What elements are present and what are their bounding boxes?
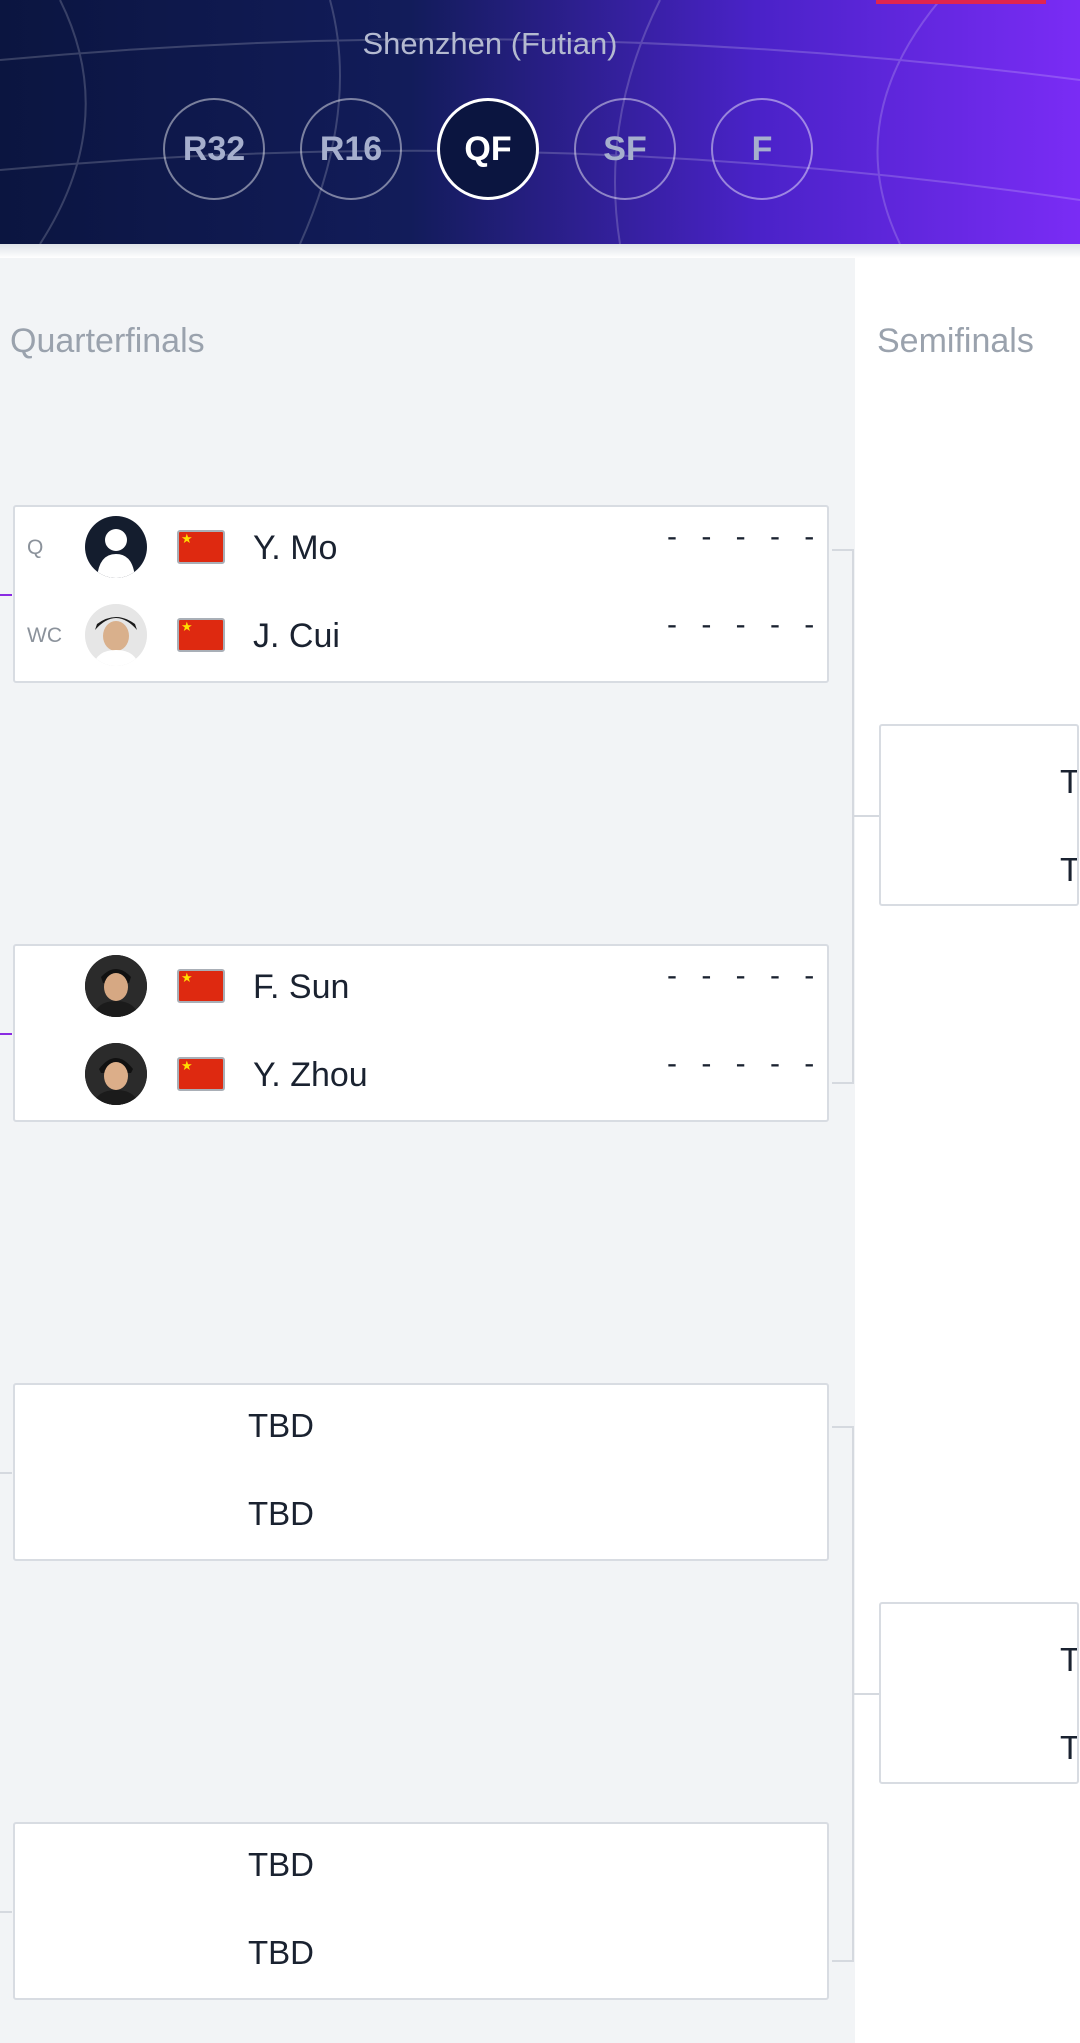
tournament-location: Shenzhen (Futian) (362, 26, 618, 61)
player-name: T (1060, 763, 1079, 800)
player-name: T (1060, 1641, 1079, 1678)
player-row[interactable]: Q ★ Y. Mo - - - - - (15, 512, 827, 582)
connector-from-r16 (0, 1472, 12, 1474)
player-score: - - - - - (667, 520, 823, 553)
player-row[interactable]: TBD (15, 1478, 827, 1548)
player-name: TBD (248, 1934, 314, 1971)
player-name: T (1060, 851, 1079, 888)
player-seed: WC (27, 624, 62, 647)
round-tab-r32[interactable]: R32 (163, 98, 265, 200)
china-flag-icon: ★ (177, 969, 225, 1003)
china-flag-icon: ★ (177, 1057, 225, 1091)
player-name: F. Sun (253, 968, 350, 1006)
connector-from-r16 (0, 594, 12, 596)
player-avatar (85, 604, 147, 666)
match-card[interactable]: TBD TBD (13, 1383, 829, 1561)
connector-from-r16 (0, 1033, 12, 1035)
match-card[interactable]: TBD TBD (13, 1822, 829, 2000)
semifinal-match-card[interactable]: T T (879, 724, 1079, 906)
header-accent-stripe (876, 0, 1046, 4)
player-name: TBD (248, 1407, 314, 1444)
round-tab-qf[interactable]: QF (437, 98, 539, 200)
player-score: - - - - - (667, 1047, 823, 1080)
match-card[interactable]: Q ★ Y. Mo - - - - - WC ★ J. Cui - - - - … (13, 505, 829, 683)
match-card[interactable]: ★ F. Sun - - - - - ★ Y. Zhou - - - - - (13, 944, 829, 1122)
round-tab-f[interactable]: F (711, 98, 813, 200)
round-header: Shenzhen (Futian) R32 R16 QF SF F (0, 0, 1080, 244)
player-name: Y. Mo (253, 529, 338, 567)
player-row[interactable]: ★ F. Sun - - - - - (15, 951, 827, 1021)
player-row[interactable]: WC ★ J. Cui - - - - - (15, 600, 827, 670)
semifinal-match-card[interactable]: T T (879, 1602, 1079, 1784)
player-row[interactable]: ★ Y. Zhou - - - - - (15, 1039, 827, 1109)
bracket-connector (832, 1426, 854, 1962)
bracket-connector (832, 549, 854, 1084)
player-name: J. Cui (253, 617, 340, 655)
connector-from-r16 (0, 1911, 12, 1913)
bracket-connector-line (854, 1693, 879, 1695)
player-name: TBD (248, 1846, 314, 1883)
player-seed: Q (27, 536, 44, 559)
round-tab-r16[interactable]: R16 (300, 98, 402, 200)
player-name: TBD (248, 1495, 314, 1532)
china-flag-icon: ★ (177, 530, 225, 564)
player-row[interactable]: TBD (15, 1390, 827, 1460)
player-avatar-placeholder-icon (85, 516, 147, 578)
player-name: Y. Zhou (253, 1056, 368, 1094)
player-score: - - - - - (667, 959, 823, 992)
bracket-connector-line (854, 815, 879, 817)
semifinals-title: Semifinals (877, 322, 1034, 360)
player-row[interactable]: TBD (15, 1829, 827, 1899)
china-flag-icon: ★ (177, 618, 225, 652)
quarterfinals-title: Quarterfinals (10, 322, 205, 360)
player-avatar (85, 1043, 147, 1105)
player-row[interactable]: TBD (15, 1917, 827, 1987)
player-avatar (85, 955, 147, 1017)
round-tab-sf[interactable]: SF (574, 98, 676, 200)
player-score: - - - - - (667, 608, 823, 641)
header-shadow (0, 244, 1080, 258)
player-name: T (1060, 1729, 1079, 1766)
